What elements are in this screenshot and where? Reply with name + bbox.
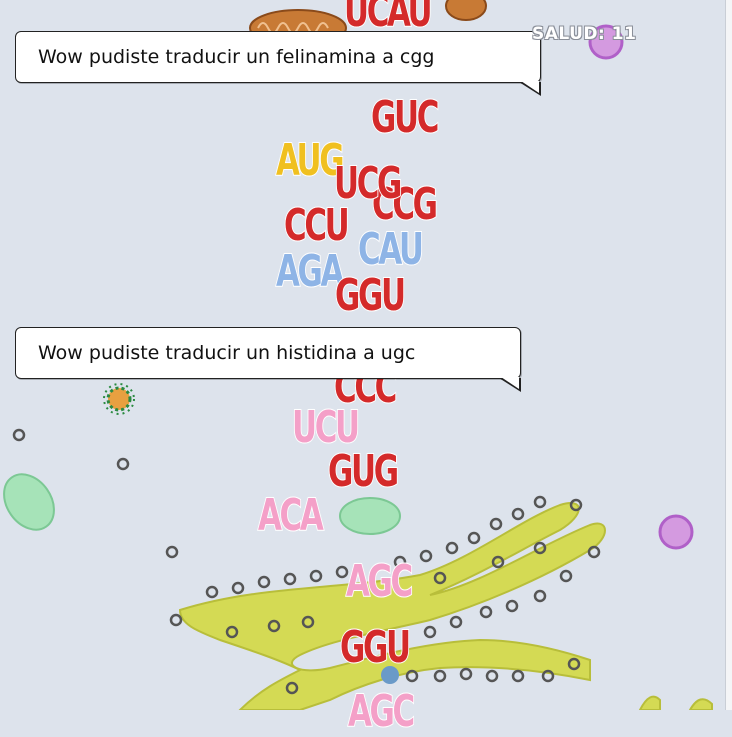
vesicle <box>3 473 55 531</box>
message-text: Wow pudiste traducir un histidina a ugc <box>38 342 416 364</box>
codon[interactable]: AUG <box>275 138 345 184</box>
health-counter: SALUD: 11 <box>532 24 637 44</box>
codon[interactable]: AGA <box>275 249 345 295</box>
codon[interactable]: GUG <box>327 449 400 495</box>
scroll-edge <box>725 0 732 710</box>
message-text: Wow pudiste traducir un felinamina a cgg <box>38 46 435 68</box>
codon[interactable]: UCU <box>291 405 361 451</box>
codon[interactable]: GUC <box>370 95 440 141</box>
vesicle <box>339 497 401 535</box>
codon[interactable]: GGU <box>334 273 407 319</box>
virus <box>103 383 135 415</box>
codon[interactable]: CAU <box>357 227 424 273</box>
message-bubble: Wow pudiste traducir un felinamina a cgg <box>15 31 541 96</box>
codon[interactable]: CCU <box>283 203 350 249</box>
message-bubble: Wow pudiste traducir un histidina a ugc <box>15 327 521 392</box>
codon[interactable]: AGC <box>347 689 416 735</box>
codon[interactable]: AGC <box>345 559 414 605</box>
codon[interactable]: GGU <box>339 625 412 671</box>
codon[interactable]: UCAU <box>343 0 433 35</box>
lysosome <box>658 514 694 550</box>
codon[interactable]: ACA <box>257 493 324 539</box>
endoplasmic-reticulum <box>169 495 713 710</box>
